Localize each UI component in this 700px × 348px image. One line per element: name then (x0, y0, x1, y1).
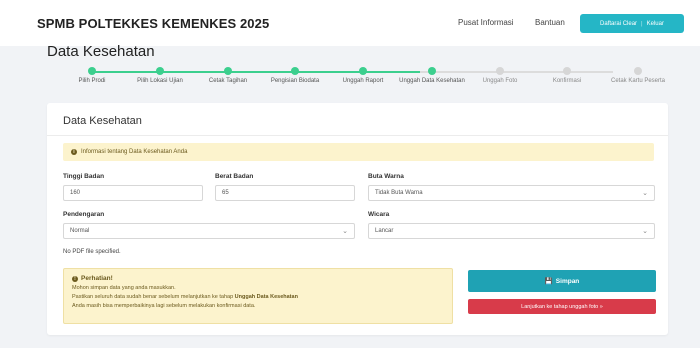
step-label: Pilih Prodi (78, 78, 106, 84)
buta-warna-select[interactable]: Tidak Buta Warna ⌄ (368, 185, 655, 201)
brand-title[interactable]: SPMB POLTEKKES KEMENKES 2025 (37, 16, 269, 31)
step-pilih-lokasi-ujian: Pilih Lokasi Ujian (125, 64, 195, 85)
nav-pusat-informasi[interactable]: Pusat Informasi (458, 18, 514, 27)
save-button[interactable]: 💾 Simpan (468, 270, 656, 292)
info-alert-text: Informasi tentang Data Kesehatan Anda (81, 149, 188, 155)
step-dot (291, 67, 299, 75)
step-pilih-prodi: Pilih Prodi (57, 64, 127, 85)
berat-badan-input[interactable]: 65 (215, 185, 355, 201)
pendengaran-label: Pendengaran (63, 211, 105, 218)
step-label: Pilih Lokasi Ujian (137, 78, 183, 84)
info-icon: i (71, 149, 77, 155)
step-label: Cetak Kartu Peserta (610, 78, 666, 84)
step-cetak-kartu-peserta: Cetak Kartu Peserta (603, 64, 673, 85)
pendengaran-select[interactable]: Normal ⌄ (63, 223, 355, 239)
user-name-label: Daftarai Clear (600, 20, 638, 27)
buta-warna-value: Tidak Buta Warna (375, 190, 423, 196)
wicara-select[interactable]: Lancar ⌄ (368, 223, 655, 239)
step-dot (563, 67, 571, 75)
wicara-label: Wicara (368, 211, 390, 218)
next-step-button-label: Lanjutkan ke tahap unggah foto » (521, 303, 603, 310)
step-label: Konfirmasi (552, 78, 582, 84)
step-label: Unggah Foto (482, 78, 518, 84)
warning-alert: ! Perhatian! Mohon simpan data yang anda… (63, 268, 453, 324)
warning-line-2: Pastikan seluruh data sudah benar sebelu… (72, 294, 444, 300)
buta-warna-label: Buta Warna (368, 173, 404, 180)
warning-title: ! Perhatian! (72, 275, 444, 282)
step-unggah-raport: Unggah Raport (328, 64, 398, 85)
chevron-down-icon: ⌄ (642, 228, 648, 235)
berat-badan-value: 65 (222, 190, 229, 196)
step-dot (88, 67, 96, 75)
step-dot (496, 67, 504, 75)
step-unggah-foto: Unggah Foto (465, 64, 535, 85)
next-step-button[interactable]: Lanjutkan ke tahap unggah foto » (468, 299, 656, 314)
step-dot (428, 67, 436, 75)
step-dot (156, 67, 164, 75)
wicara-value: Lancar (375, 228, 394, 234)
step-label: Unggah Raport (342, 78, 384, 84)
tinggi-badan-label: Tinggi Badan (63, 173, 105, 180)
step-unggah-data-kesehatan: Unggah Data Kesehatan (397, 64, 467, 85)
step-cetak-tagihan: Cetak Tagihan (193, 64, 263, 85)
health-data-card: Data Kesehatan i Informasi tentang Data … (47, 103, 668, 335)
step-konfirmasi: Konfirmasi (532, 64, 602, 85)
info-alert: i Informasi tentang Data Kesehatan Anda (63, 143, 654, 161)
warning-line-2-bold: Unggah Data Kesehatan (234, 294, 298, 300)
pendengaran-value: Normal (70, 228, 90, 234)
berat-badan-label: Berat Badan (215, 173, 254, 180)
warning-line-1: Mohon simpan data yang anda masukkan. (72, 285, 176, 291)
tinggi-badan-value: 160 (70, 190, 81, 196)
card-divider (47, 135, 668, 136)
logout-link[interactable]: Keluar (647, 21, 664, 27)
warning-line-3: Anda masih bisa memperbaikinya lagi sebe… (72, 303, 256, 309)
card-title: Data Kesehatan (63, 115, 142, 127)
chevron-down-icon: ⌄ (342, 228, 348, 235)
step-label: Cetak Tagihan (208, 78, 248, 84)
top-navbar: SPMB POLTEKKES KEMENKES 2025 Pusat Infor… (0, 0, 700, 46)
step-dot (634, 67, 642, 75)
chevron-down-icon: ⌄ (642, 190, 648, 197)
pdf-file-status: No PDF file specified. (63, 249, 121, 255)
user-menu-button[interactable]: Daftarai Clear | Keluar (580, 14, 684, 33)
progress-stepper: Pilih Prodi Pilih Lokasi Ujian Cetak Tag… (55, 64, 675, 100)
step-label: Pengisian Biodata (270, 78, 320, 84)
step-dot (359, 67, 367, 75)
warning-line-2-prefix: Pastikan seluruh data sudah benar sebelu… (72, 294, 235, 300)
step-dot (224, 67, 232, 75)
warning-title-text: Perhatian! (81, 275, 113, 282)
separator-divider: | (641, 20, 643, 27)
save-button-label: Simpan (555, 277, 580, 285)
warning-icon: ! (72, 275, 78, 282)
step-label: Unggah Data Kesehatan (399, 78, 465, 84)
step-pengisian-biodata: Pengisian Biodata (260, 64, 330, 85)
page-title: Data Kesehatan (47, 43, 155, 60)
tinggi-badan-input[interactable]: 160 (63, 185, 203, 201)
save-icon: 💾 (544, 278, 553, 285)
nav-bantuan[interactable]: Bantuan (535, 18, 565, 27)
